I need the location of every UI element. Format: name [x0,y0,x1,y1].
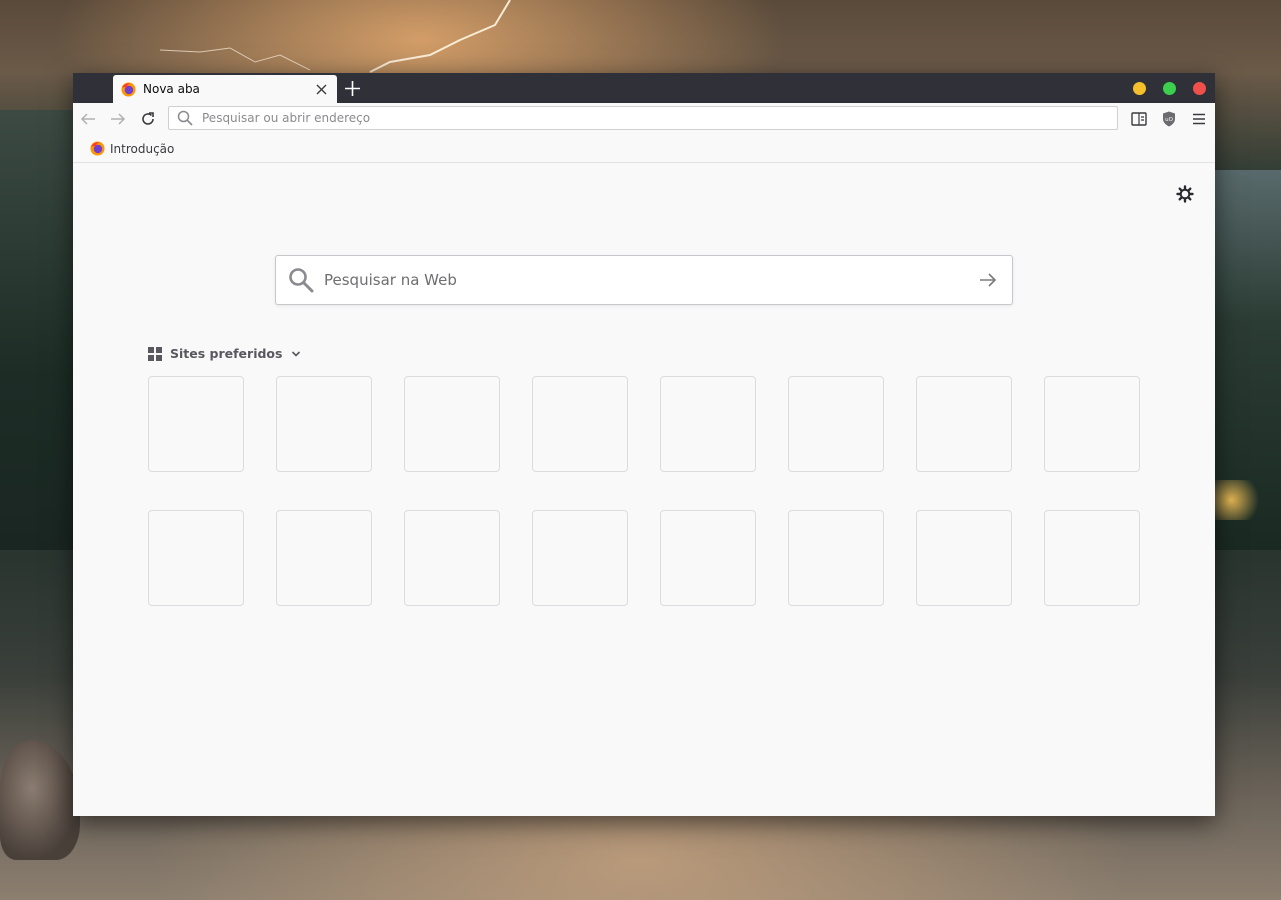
firefox-icon [121,81,136,97]
top-site-tile[interactable] [532,376,628,472]
maximize-button[interactable] [1163,82,1176,95]
plus-icon [344,80,360,96]
search-icon [289,268,314,293]
top-site-tile[interactable] [404,376,500,472]
ublock-shield-icon: uO [1163,111,1175,127]
top-site-tile[interactable] [1044,376,1140,472]
top-site-tile[interactable] [660,376,756,472]
back-arrow-icon [80,113,95,125]
lightning-decoration [160,0,511,73]
forward-button[interactable] [109,110,127,128]
gear-icon[interactable] [1176,185,1194,203]
chevron-down-icon [292,350,301,357]
grid-icon [148,346,162,361]
top-site-tile[interactable] [532,510,628,606]
top-site-tile[interactable] [276,510,372,606]
url-bar[interactable]: Pesquisar ou abrir endereço [168,106,1118,130]
title-bar: Nova aba [73,73,1215,103]
top-site-tile[interactable] [148,510,244,606]
reload-icon [142,112,154,125]
browser-window: Nova aba Pesquisar ou abrir endereço uO … [73,73,1215,816]
top-sites-label: Sites preferidos [170,346,283,361]
wallpaper-mountain-left [0,110,80,550]
tab-title: Nova aba [143,82,200,96]
firefox-icon [90,141,105,156]
web-search-placeholder: Pesquisar na Web [324,271,457,289]
back-button[interactable] [79,110,97,128]
top-site-tile[interactable] [788,376,884,472]
minimize-button[interactable] [1133,82,1146,95]
search-icon [177,110,193,126]
new-tab-button[interactable] [343,79,361,97]
top-site-tile[interactable] [404,510,500,606]
top-sites-header[interactable]: Sites preferidos [148,346,302,361]
hamburger-menu-icon [1193,113,1205,125]
wallpaper-lights [1213,480,1273,520]
top-site-tile[interactable] [788,510,884,606]
web-search-box[interactable]: Pesquisar na Web [275,255,1013,305]
new-tab-page: Pesquisar na Web Sites preferidos [73,163,1215,816]
top-site-tile[interactable] [916,376,1012,472]
bookmark-introducao[interactable]: Introdução [90,141,174,156]
ublock-button[interactable]: uO [1160,110,1178,128]
url-bar-placeholder: Pesquisar ou abrir endereço [202,111,371,125]
reader-view-icon [1131,112,1147,126]
top-site-tile[interactable] [916,510,1012,606]
top-site-tile[interactable] [1044,510,1140,606]
top-site-tile[interactable] [148,376,244,472]
close-icon [316,84,326,94]
bookmark-label: Introdução [110,141,175,156]
top-site-tile[interactable] [276,376,372,472]
arrow-right-icon[interactable] [978,270,998,290]
main-menu-button[interactable] [1190,110,1208,128]
top-site-tile[interactable] [660,510,756,606]
close-window-button[interactable] [1193,82,1206,95]
navigation-toolbar: Pesquisar ou abrir endereço uO [73,103,1215,135]
bookmarks-toolbar: Introdução [73,135,1215,163]
forward-arrow-icon [111,113,126,125]
close-tab-button[interactable] [313,81,329,97]
tab-nova-aba[interactable]: Nova aba [113,75,337,103]
reload-button[interactable] [139,110,157,128]
reader-view-button[interactable] [1130,110,1148,128]
svg-text:uO: uO [1165,117,1173,123]
